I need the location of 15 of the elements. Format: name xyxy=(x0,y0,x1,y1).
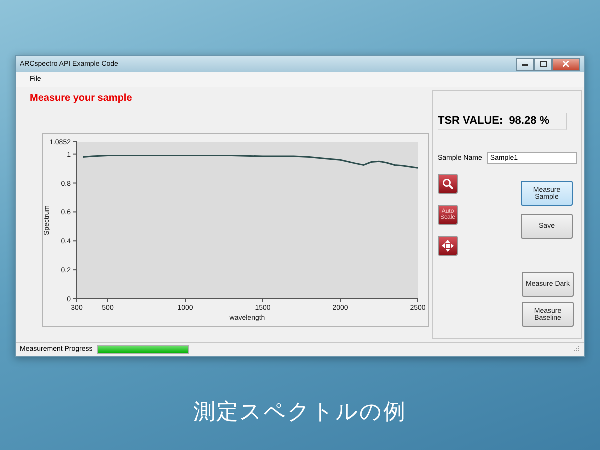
pan-button[interactable] xyxy=(438,236,458,256)
tsr-value: 98.28 % xyxy=(509,115,550,127)
minimize-button[interactable] xyxy=(516,58,534,70)
maximize-button[interactable] xyxy=(534,58,552,70)
tsr-label: TSR VALUE: xyxy=(438,115,504,127)
minimize-icon xyxy=(522,62,528,66)
search-icon xyxy=(442,178,454,190)
four-way-arrow-icon xyxy=(442,240,454,252)
page-heading: Measure your sample xyxy=(30,93,134,104)
resize-grip-icon[interactable] xyxy=(574,346,580,352)
zoom-button[interactable] xyxy=(438,174,458,194)
close-icon xyxy=(563,61,569,67)
close-button[interactable] xyxy=(552,58,580,70)
maximize-icon xyxy=(540,61,546,67)
slide-caption: 測定スペクトルの例 xyxy=(194,399,406,427)
